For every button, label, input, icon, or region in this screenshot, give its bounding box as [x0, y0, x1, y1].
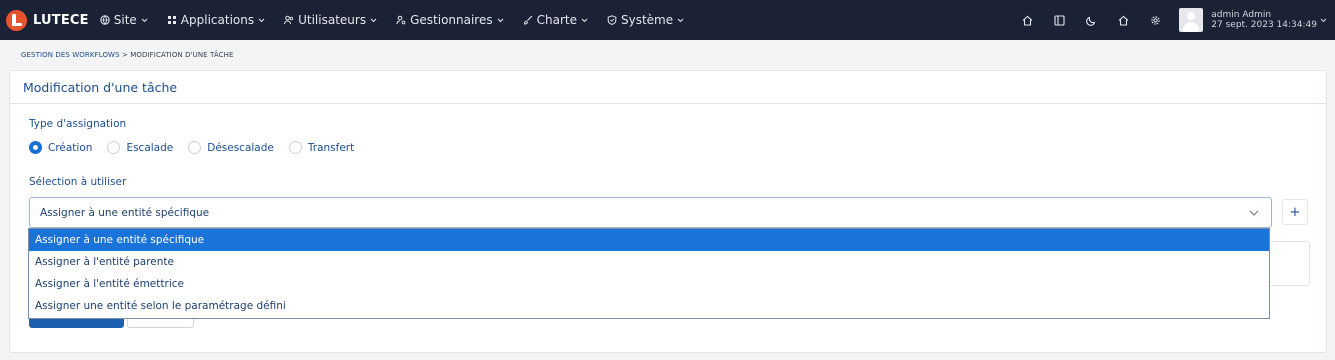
user-name: admin Admin — [1211, 10, 1272, 20]
navbar-actions: admin Admin 27 sept. 2023 14:34:49 — [1011, 0, 1335, 40]
radio-button[interactable] — [288, 141, 302, 154]
users-icon — [284, 15, 294, 25]
breadcrumb: GESTION DES WORKFLOWS > MODIFICATION D'U… — [21, 51, 233, 59]
settings-button[interactable] — [1139, 0, 1171, 40]
radio-desescalade[interactable]: Désescalade — [188, 141, 274, 154]
radio-button[interactable] — [107, 141, 121, 154]
layout-icon — [1054, 14, 1065, 26]
assignment-type-radio-group: Création Escalade Désescalade Transfert — [29, 141, 369, 154]
dropdown-option[interactable]: Assigner une entité selon le paramétrage… — [29, 295, 1269, 317]
brand-logo[interactable]: LUTECE — [6, 9, 89, 31]
selection-select[interactable]: Assigner à une entité spécifique — [29, 197, 1272, 228]
menu-applications[interactable]: Applications — [167, 13, 265, 27]
menu-applications-label: Applications — [180, 13, 255, 27]
chevron-down-icon — [1249, 210, 1259, 216]
chevron-down-icon — [370, 18, 377, 22]
chevron-down-icon — [141, 18, 148, 22]
shield-icon — [607, 15, 617, 25]
breadcrumb-current: MODIFICATION D'UNE TÂCHE — [130, 51, 234, 59]
dropdown-option[interactable]: Assigner à l'entité parente — [29, 251, 1269, 273]
radio-creation-label: Création — [48, 141, 93, 154]
chevron-down-icon — [677, 18, 684, 22]
radio-desescalade-label: Désescalade — [207, 141, 274, 154]
gear-icon — [1151, 15, 1160, 25]
menu-gestionnaires[interactable]: Gestionnaires — [396, 13, 504, 27]
site-home-button[interactable] — [1107, 0, 1139, 40]
assignment-type-label: Type d'assignation — [29, 118, 127, 130]
main-menu: Site Applications Utilisateurs Gestionna… — [100, 13, 703, 27]
dropdown-option[interactable]: Assigner à l'entité émettrice — [29, 273, 1269, 295]
selection-dropdown-list: Assigner à une entité spécifique Assigne… — [28, 228, 1270, 319]
plus-icon: + — [1289, 204, 1301, 220]
home-icon — [1118, 15, 1129, 26]
radio-escalade-label: Escalade — [126, 141, 174, 154]
avatar — [1179, 8, 1204, 32]
radio-escalade[interactable]: Escalade — [107, 141, 173, 154]
menu-utilisateurs-label: Utilisateurs — [298, 13, 367, 27]
chevron-down-icon — [581, 18, 588, 22]
layout-button[interactable] — [1043, 0, 1075, 40]
chevron-down-icon — [1320, 18, 1327, 22]
moon-icon — [1085, 16, 1096, 26]
lutece-logo-icon — [6, 9, 27, 31]
user-cog-icon — [396, 15, 406, 25]
user-datetime: 27 sept. 2023 14:34:49 — [1211, 20, 1317, 30]
dark-mode-button[interactable] — [1075, 0, 1107, 40]
add-selection-button[interactable]: + — [1282, 199, 1308, 225]
menu-site-label: Site — [113, 13, 137, 27]
menu-utilisateurs[interactable]: Utilisateurs — [284, 13, 377, 27]
card-header: Modification d'une tâche — [10, 71, 1326, 104]
radio-button-checked[interactable] — [29, 141, 42, 154]
menu-charte[interactable]: Charte — [523, 13, 588, 27]
chevron-down-icon — [497, 18, 504, 22]
selection-select-value: Assigner à une entité spécifique — [40, 206, 210, 219]
brush-icon — [523, 15, 532, 25]
menu-charte-label: Charte — [536, 13, 577, 27]
menu-systeme[interactable]: Système — [607, 13, 684, 27]
breadcrumb-separator: > — [121, 51, 128, 59]
menu-gestionnaires-label: Gestionnaires — [410, 13, 493, 27]
grid-icon — [167, 16, 176, 24]
globe-icon — [100, 15, 110, 25]
user-menu[interactable]: admin Admin 27 sept. 2023 14:34:49 — [1179, 8, 1327, 32]
top-navbar: LUTECE Site Applications Utilisateurs Ge… — [0, 0, 1335, 40]
radio-creation[interactable]: Création — [29, 141, 92, 154]
menu-site[interactable]: Site — [100, 13, 148, 27]
radio-transfert-label: Transfert — [307, 141, 355, 154]
menu-systeme-label: Système — [620, 13, 674, 27]
config-panel — [1268, 241, 1310, 286]
page-title: Modification d'une tâche — [23, 79, 178, 95]
user-info: admin Admin 27 sept. 2023 14:34:49 — [1211, 10, 1317, 30]
home-button[interactable] — [1011, 0, 1043, 40]
radio-button[interactable] — [188, 141, 202, 154]
selection-label: Sélection à utiliser — [29, 176, 127, 188]
chevron-down-icon — [258, 18, 265, 22]
brand-name: LUTECE — [33, 12, 89, 28]
dropdown-option[interactable]: Assigner à une entité spécifique — [29, 229, 1269, 251]
radio-transfert[interactable]: Transfert — [288, 141, 355, 154]
breadcrumb-link-workflows[interactable]: GESTION DES WORKFLOWS — [21, 51, 120, 59]
home-icon — [1022, 15, 1033, 26]
